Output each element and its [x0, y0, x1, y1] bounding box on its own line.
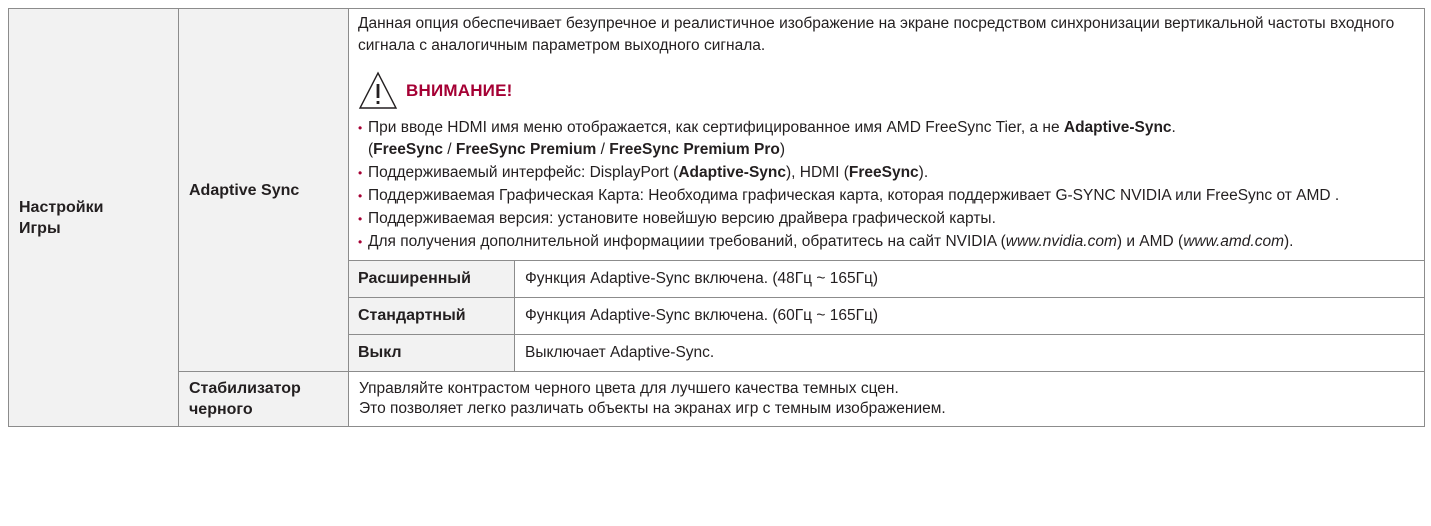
- black-stabilizer-label-line1: Стабилизатор: [189, 380, 301, 397]
- amd-website-link[interactable]: www.amd.com: [1183, 233, 1284, 250]
- black-stabilizer-label-line2: черного: [189, 401, 253, 418]
- category-label-line1: Настройки: [19, 198, 104, 216]
- note-bold: FreeSync: [373, 141, 443, 158]
- black-stabilizer-description: Управляйте контрастом черного цвета для …: [348, 371, 1425, 427]
- note-item: Для получения дополнительной информациии…: [358, 231, 1414, 253]
- note-item: Поддерживаемый интерфейс: DisplayPort (A…: [358, 162, 1414, 184]
- nvidia-website-link[interactable]: www.nvidia.com: [1006, 233, 1117, 250]
- black-stabilizer-label: Стабилизатор черного: [178, 371, 349, 427]
- note-text: ): [779, 141, 785, 158]
- note-text: ) и AMD (: [1116, 233, 1184, 250]
- note-text: .: [1171, 119, 1176, 136]
- warning-triangle-icon: [358, 71, 398, 109]
- caution-notes: При вводе HDMI имя меню отображается, ка…: [358, 117, 1414, 253]
- note-text: При вводе HDMI имя меню отображается, ка…: [368, 119, 1064, 136]
- adaptive-sync-description: Данная опция обеспечивает безупречное и …: [358, 15, 1395, 54]
- adaptive-sync-description-block: Данная опция обеспечивает безупречное и …: [349, 9, 1424, 260]
- black-stabilizer-text-line1: Управляйте контрастом черного цвета для …: [359, 380, 899, 397]
- mode-label: Расширенный: [348, 260, 515, 298]
- note-bold: FreeSync Premium Pro: [609, 141, 780, 158]
- settings-table: Настройки Игры Adaptive Sync Данная опци…: [8, 8, 1425, 427]
- note-text: ).: [918, 164, 929, 181]
- mode-label: Выкл: [348, 334, 515, 372]
- mode-description: Выключает Adaptive-Sync.: [514, 334, 1425, 372]
- manual-page: Настройки Игры Adaptive Sync Данная опци…: [0, 0, 1431, 526]
- note-item: Поддерживаемая версия: установите новейш…: [358, 208, 1414, 230]
- note-bold: Adaptive-Sync: [678, 164, 787, 181]
- note-text: Поддерживаемая Графическая Карта: Необхо…: [368, 187, 1340, 204]
- black-stabilizer-row: Стабилизатор черного Управляйте контраст…: [9, 371, 1425, 427]
- note-text: ).: [1284, 233, 1294, 250]
- caution-header: ВНИМАНИЕ!: [358, 69, 1414, 113]
- note-text: /: [442, 141, 456, 158]
- note-bold: FreeSync Premium: [455, 141, 597, 158]
- category-cell: Настройки Игры: [8, 8, 179, 427]
- note-text: Поддерживаемый интерфейс: DisplayPort (: [368, 164, 679, 181]
- mode-row-off: Выкл Выключает Adaptive-Sync.: [348, 334, 1425, 372]
- note-bold: Adaptive-Sync: [1063, 119, 1172, 136]
- adaptive-sync-label: Adaptive Sync: [178, 8, 349, 372]
- note-item: При вводе HDMI имя меню отображается, ка…: [358, 117, 1414, 161]
- mode-row-extended: Расширенный Функция Adaptive-Sync включе…: [348, 260, 1425, 298]
- adaptive-sync-content: Данная опция обеспечивает безупречное и …: [348, 8, 1425, 372]
- note-item: Поддерживаемая Графическая Карта: Необхо…: [358, 185, 1414, 207]
- mode-description: Функция Adaptive-Sync включена. (60Гц ~ …: [514, 297, 1425, 335]
- caution-label: ВНИМАНИЕ!: [406, 81, 513, 100]
- mode-label: Стандартный: [348, 297, 515, 335]
- note-bold: FreeSync: [848, 164, 919, 181]
- note-text: ), HDMI (: [786, 164, 849, 181]
- note-text: Поддерживаемая версия: установите новейш…: [368, 210, 996, 227]
- adaptive-sync-modes-table: Расширенный Функция Adaptive-Sync включе…: [348, 260, 1425, 372]
- category-label-line2: Игры: [19, 219, 61, 237]
- mode-description: Функция Adaptive-Sync включена. (48Гц ~ …: [514, 260, 1425, 298]
- black-stabilizer-text-line2: Это позволяет легко различать объекты на…: [359, 400, 946, 417]
- note-text: Для получения дополнительной информациии…: [368, 233, 1006, 250]
- mode-row-standard: Стандартный Функция Adaptive-Sync включе…: [348, 297, 1425, 335]
- note-text: /: [596, 141, 610, 158]
- adaptive-sync-row: Настройки Игры Adaptive Sync Данная опци…: [8, 8, 1425, 427]
